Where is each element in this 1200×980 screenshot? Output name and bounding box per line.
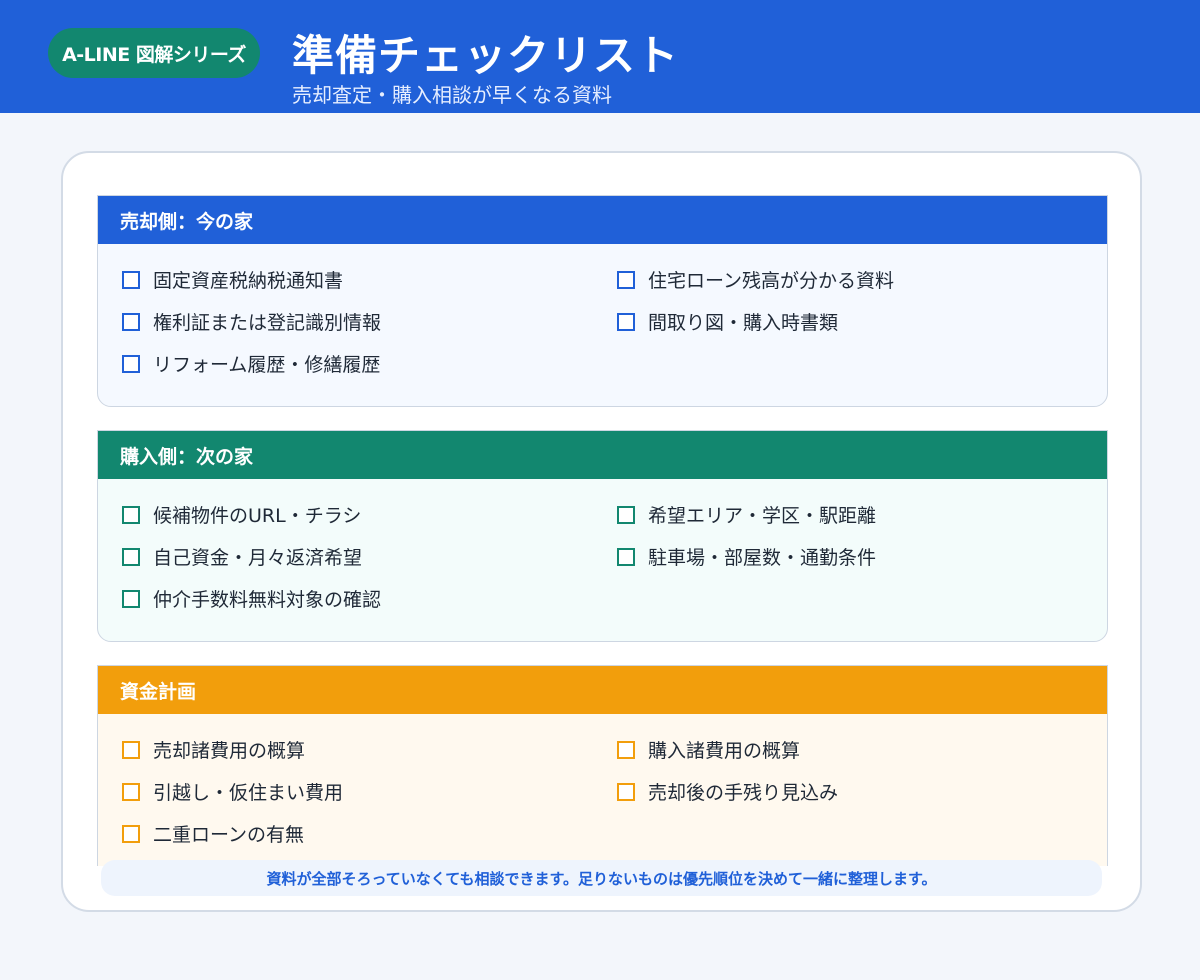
checklist-item[interactable]: 売却後の手残り見込み	[617, 780, 838, 806]
checkbox[interactable]	[122, 590, 140, 608]
section-title: 購入側：次の家	[98, 431, 1107, 479]
section-selling: 売却側：今の家 固定資産税納税通知書 住宅ローン残高が分かる資料 権利証または登…	[97, 195, 1108, 407]
section-buying: 購入側：次の家 候補物件のURL・チラシ 希望エリア・学区・駅距離 自己資金・月…	[97, 430, 1108, 642]
checkbox[interactable]	[617, 783, 635, 801]
page-title: 準備チェックリスト	[292, 31, 680, 80]
checkbox[interactable]	[617, 741, 635, 759]
page-subtitle: 売却査定・購入相談が早くなる資料	[292, 83, 612, 107]
item-label: 住宅ローン残高が分かる資料	[648, 270, 895, 292]
checkbox[interactable]	[122, 825, 140, 843]
section-title: 売却側：今の家	[98, 196, 1107, 244]
checkbox[interactable]	[122, 355, 140, 373]
checklist-item[interactable]: 候補物件のURL・チラシ	[122, 503, 361, 529]
checklist-item[interactable]: 駐車場・部屋数・通勤条件	[617, 545, 876, 571]
item-label: 二重ローンの有無	[153, 824, 305, 846]
checklist-card: 売却側：今の家 固定資産税納税通知書 住宅ローン残高が分かる資料 権利証または登…	[61, 151, 1142, 912]
checklist-item[interactable]: 自己資金・月々返済希望	[122, 545, 362, 571]
section-title: 資金計画	[98, 666, 1107, 714]
checklist-item[interactable]: 引越し・仮住まい費用	[122, 780, 343, 806]
checkbox[interactable]	[122, 271, 140, 289]
checkbox[interactable]	[617, 271, 635, 289]
checklist-item[interactable]: 売却諸費用の概算	[122, 738, 305, 764]
item-label: 自己資金・月々返済希望	[153, 547, 363, 569]
footer-note: 資料が全部そろっていなくても相談できます。足りないものは優先順位を決めて一緒に整…	[101, 860, 1102, 896]
item-label: 引越し・仮住まい費用	[153, 782, 344, 804]
section-funding: 資金計画 売却諸費用の概算 購入諸費用の概算 引越し・仮住まい費用 売却後の手残…	[97, 665, 1108, 866]
checkbox[interactable]	[617, 548, 635, 566]
checkbox[interactable]	[122, 313, 140, 331]
checklist-item[interactable]: 権利証または登記識別情報	[122, 310, 381, 336]
checklist-item[interactable]: 購入諸費用の概算	[617, 738, 800, 764]
checklist-item[interactable]: 固定資産税納税通知書	[122, 268, 343, 294]
checkbox[interactable]	[617, 313, 635, 331]
checklist-item[interactable]: 住宅ローン残高が分かる資料	[617, 268, 894, 294]
item-label: 売却諸費用の概算	[153, 740, 306, 762]
checkbox[interactable]	[122, 783, 140, 801]
item-label: 候補物件のURL・チラシ	[153, 505, 362, 527]
checkbox[interactable]	[122, 548, 140, 566]
item-label: 固定資産税納税通知書	[153, 270, 344, 292]
checklist-item[interactable]: リフォーム履歴・修繕履歴	[122, 352, 380, 378]
checklist-item[interactable]: 希望エリア・学区・駅距離	[617, 503, 876, 529]
checklist-item[interactable]: 仲介手数料無料対象の確認	[122, 587, 381, 613]
header-bar: A-LINE 図解シリーズ 準備チェックリスト 売却査定・購入相談が早くなる資料	[0, 0, 1200, 113]
checklist-item[interactable]: 二重ローンの有無	[122, 822, 304, 848]
checkbox[interactable]	[122, 506, 140, 524]
item-label: 権利証または登記識別情報	[153, 312, 382, 334]
checkbox[interactable]	[617, 506, 635, 524]
checklist-item[interactable]: 間取り図・購入時書類	[617, 310, 838, 336]
checkbox[interactable]	[122, 741, 140, 759]
item-label: 希望エリア・学区・駅距離	[648, 505, 877, 527]
item-label: 駐車場・部屋数・通勤条件	[648, 547, 877, 569]
item-label: 仲介手数料無料対象の確認	[153, 589, 382, 611]
item-label: 購入諸費用の概算	[648, 740, 801, 762]
item-label: リフォーム履歴・修繕履歴	[153, 354, 381, 376]
series-badge: A-LINE 図解シリーズ	[48, 28, 260, 78]
item-label: 売却後の手残り見込み	[648, 782, 839, 804]
item-label: 間取り図・購入時書類	[648, 312, 839, 334]
